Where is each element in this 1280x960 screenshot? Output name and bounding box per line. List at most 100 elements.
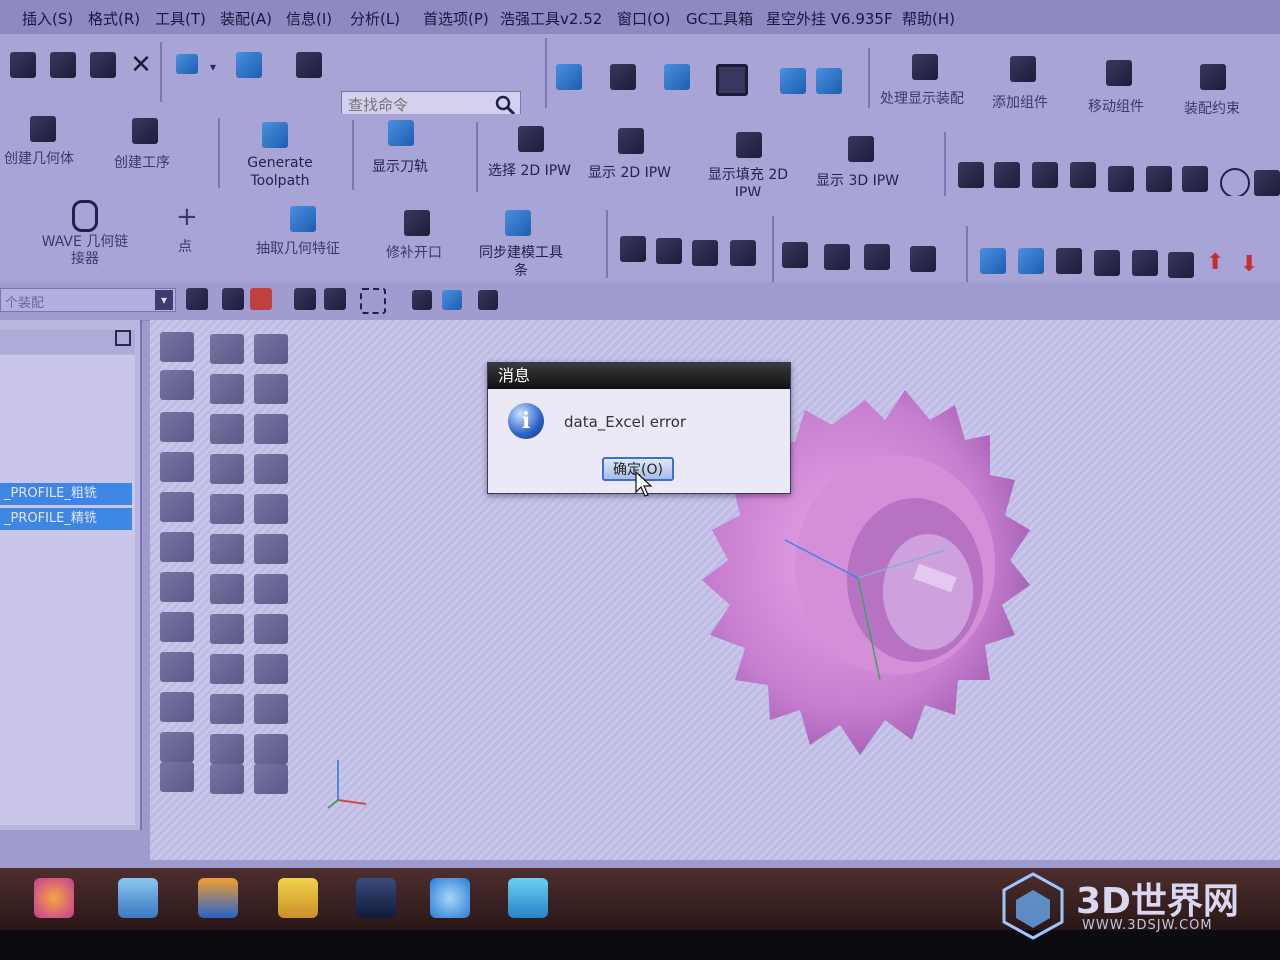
create-geometry-icon[interactable]	[30, 116, 56, 142]
show-toolpath-icon[interactable]	[388, 120, 414, 146]
palette-tool-icon[interactable]	[210, 454, 244, 484]
menu-insert[interactable]: 插入(S)	[22, 8, 73, 29]
surface-icon[interactable]	[1146, 166, 1172, 192]
palette-tool-icon[interactable]	[160, 612, 194, 642]
palette-tool-icon[interactable]	[254, 734, 288, 764]
show-3d-ipw-label[interactable]: 显示 3D IPW	[816, 170, 899, 190]
box-icon[interactable]	[1254, 170, 1280, 196]
maximize-icon[interactable]	[115, 330, 131, 346]
select-2d-ipw-label[interactable]: 选择 2D IPW	[488, 160, 571, 180]
show-toolpath-label[interactable]: 显示刀轨	[372, 156, 428, 176]
start-orb-icon[interactable]	[34, 878, 74, 918]
sync-copy-icon[interactable]	[864, 244, 890, 270]
palette-tool-icon[interactable]	[160, 652, 194, 682]
ie-icon[interactable]	[430, 878, 470, 918]
palette-tool-icon[interactable]	[254, 414, 288, 444]
palette-tool-icon[interactable]	[254, 764, 288, 794]
palette-tool-icon[interactable]	[254, 694, 288, 724]
sync-delete-icon[interactable]	[910, 246, 936, 272]
revolve-icon[interactable]	[1070, 162, 1096, 188]
menu-format[interactable]: 格式(R)	[88, 8, 140, 29]
palette-tool-icon[interactable]	[254, 454, 288, 484]
view-solid-icon[interactable]	[412, 290, 432, 310]
explorer-icon[interactable]	[118, 878, 158, 918]
menu-assembly[interactable]: 装配(A)	[220, 8, 272, 29]
layer-copy-icon[interactable]	[1056, 248, 1082, 274]
measure-icon[interactable]	[1220, 168, 1250, 198]
nx-icon[interactable]	[356, 878, 396, 918]
palette-tool-icon[interactable]	[210, 694, 244, 724]
select-2d-ipw-icon[interactable]	[518, 126, 544, 152]
section-view-icon[interactable]	[780, 68, 806, 94]
palette-tool-icon[interactable]	[254, 534, 288, 564]
palette-tool-icon[interactable]	[210, 614, 244, 644]
patch-opening-icon[interactable]	[404, 210, 430, 236]
layer-stack-icon[interactable]	[980, 248, 1006, 274]
sync-toolbar-label[interactable]: 同步建模工具条	[474, 244, 568, 280]
palette-tool-icon[interactable]	[254, 654, 288, 684]
palette-tool-icon[interactable]	[160, 762, 194, 792]
palette-tool-icon[interactable]	[210, 494, 244, 524]
copy-icon[interactable]	[50, 52, 76, 78]
clip-view-icon[interactable]	[816, 68, 842, 94]
layer-move-icon[interactable]	[1018, 248, 1044, 274]
box-select-icon[interactable]	[360, 288, 386, 314]
sync-modeling-icon[interactable]	[505, 210, 531, 236]
palette-tool-icon[interactable]	[210, 534, 244, 564]
matlab-icon[interactable]	[198, 878, 238, 918]
show-assembly-icon[interactable]	[912, 54, 938, 80]
menu-tools[interactable]: 工具(T)	[155, 8, 206, 29]
fit-view-icon[interactable]	[556, 64, 582, 90]
palette-tool-icon[interactable]	[210, 654, 244, 684]
assembly-filter-dropdown[interactable]: 个装配 ▾	[0, 288, 176, 312]
solid-cube-icon[interactable]	[994, 162, 1020, 188]
layer-icon[interactable]	[296, 52, 322, 78]
wave-linker-label[interactable]: WAVE 几何链接器	[40, 234, 130, 268]
delete-icon[interactable]: ✕	[128, 52, 154, 78]
palette-tool-icon[interactable]	[254, 334, 288, 364]
orient-view-icon[interactable]	[664, 64, 690, 90]
palette-tool-icon[interactable]	[160, 692, 194, 722]
extrude-icon[interactable]	[1032, 162, 1058, 188]
layer-category-icon[interactable]	[1168, 252, 1194, 278]
show-fill-2d-ipw-icon[interactable]	[736, 132, 762, 158]
sweep-icon[interactable]	[1108, 166, 1134, 192]
menu-preferences[interactable]: 首选项(P)	[423, 8, 489, 29]
palette-tool-icon[interactable]	[160, 452, 194, 482]
palette-tool-icon[interactable]	[160, 412, 194, 442]
palette-tool-icon[interactable]	[210, 764, 244, 794]
palette-tool-icon[interactable]	[160, 492, 194, 522]
render-style-icon[interactable]	[610, 64, 636, 90]
cut-icon[interactable]	[10, 52, 36, 78]
palette-tool-icon[interactable]	[160, 732, 194, 762]
paste-icon[interactable]	[90, 52, 116, 78]
palette-tool-icon[interactable]	[254, 494, 288, 524]
palette-tool-icon[interactable]	[210, 334, 244, 364]
snap-point-icon[interactable]	[250, 288, 272, 310]
generate-toolpath-label[interactable]: Generate Toolpath	[240, 154, 320, 190]
move-component-label[interactable]: 移动组件	[1088, 96, 1144, 116]
display-icon[interactable]	[236, 52, 262, 78]
menu-window[interactable]: 窗口(O)	[617, 8, 671, 29]
sync-replace-icon[interactable]	[730, 240, 756, 266]
palette-tool-icon[interactable]	[210, 414, 244, 444]
show-2d-ipw-label[interactable]: 显示 2D IPW	[588, 162, 671, 182]
palette-tool-icon[interactable]	[210, 574, 244, 604]
create-operation-label[interactable]: 创建工序	[114, 152, 170, 172]
menu-info[interactable]: 信息(I)	[286, 8, 332, 29]
xingkong-icon[interactable]	[508, 878, 548, 918]
show-2d-ipw-icon[interactable]	[618, 128, 644, 154]
menu-help[interactable]: 帮助(H)	[902, 8, 955, 29]
create-geometry-label[interactable]: 创建几何体	[4, 148, 74, 168]
extract-feature-icon[interactable]	[290, 206, 316, 232]
point-plus-icon[interactable]: +	[176, 202, 198, 232]
move-component-icon[interactable]	[1106, 60, 1132, 86]
assembly-constraint-icon[interactable]	[1200, 64, 1226, 90]
layer-settings-icon[interactable]	[1094, 250, 1120, 276]
generate-toolpath-icon[interactable]	[262, 122, 288, 148]
palette-tool-icon[interactable]	[210, 734, 244, 764]
palette-tool-icon[interactable]	[254, 574, 288, 604]
sync-group-icon[interactable]	[824, 244, 850, 270]
palette-tool-icon[interactable]	[160, 532, 194, 562]
sync-resize-icon[interactable]	[782, 242, 808, 268]
